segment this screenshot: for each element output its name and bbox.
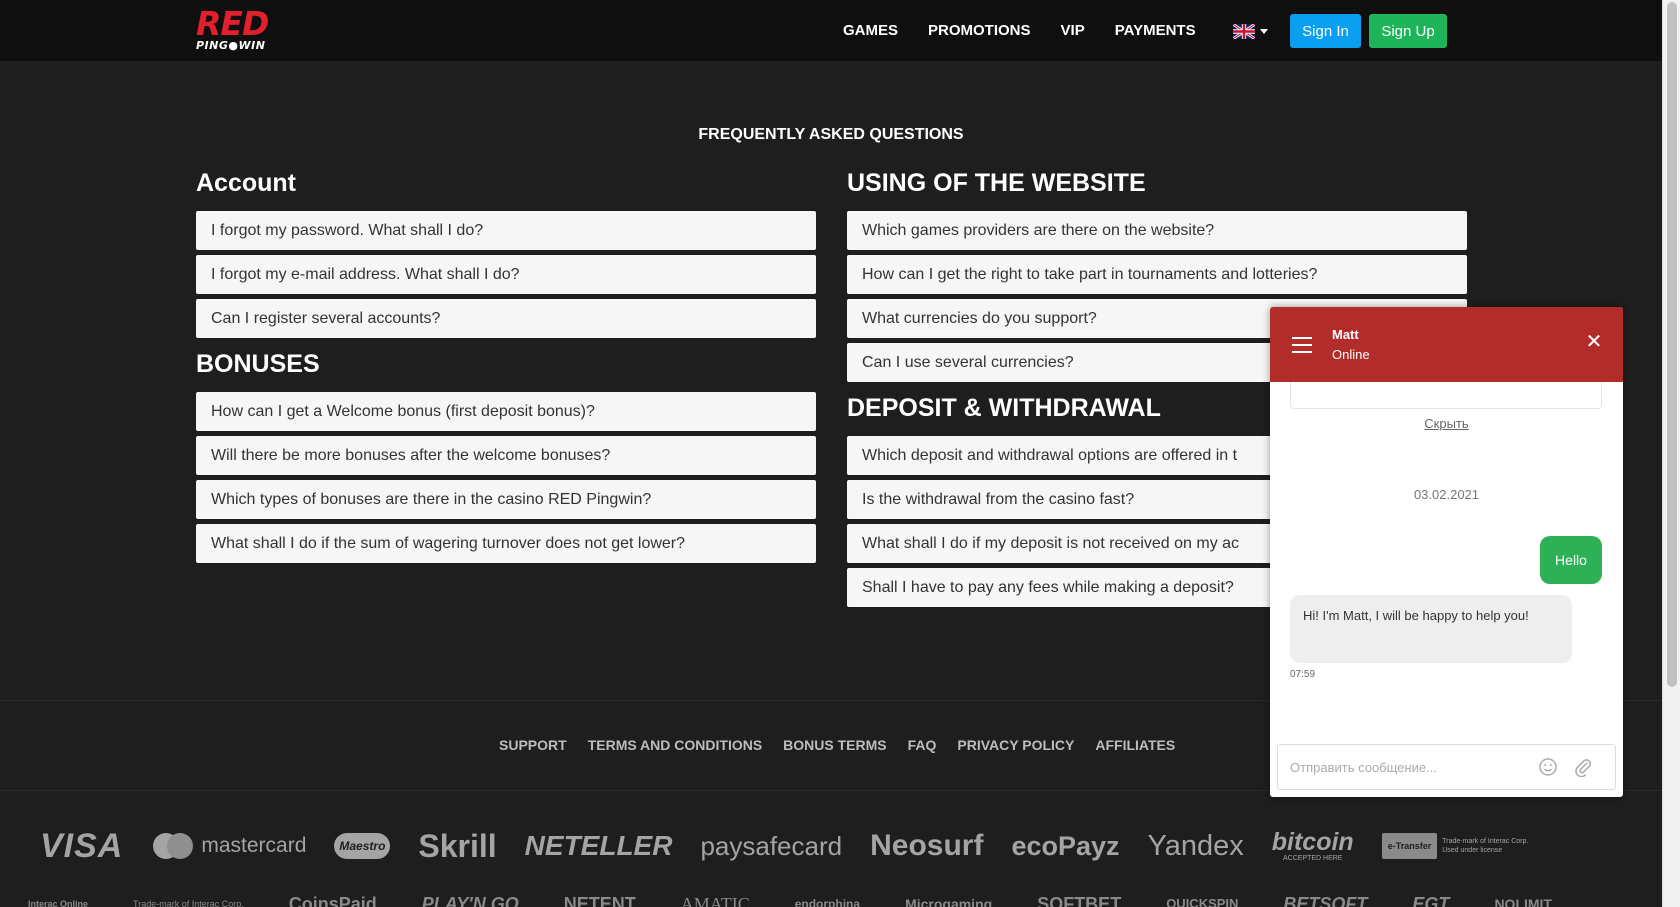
nav-vip[interactable]: VIP [1061, 22, 1085, 39]
nolimit-logo: NOLIMIT [1494, 896, 1552, 907]
faq-question[interactable]: What shall I do if the sum of wagering t… [196, 524, 816, 563]
faq-question[interactable]: Which games providers are there on the w… [847, 211, 1467, 250]
faq-question[interactable]: I forgot my password. What shall I do? [196, 211, 816, 250]
neteller-logo: NETELLER [524, 830, 673, 861]
faq-page-title: FREQUENTLY ASKED QUESTIONS [698, 126, 964, 143]
brand-logo[interactable]: RED PING●WIN [196, 4, 282, 54]
chat-input-box [1277, 744, 1616, 790]
emoji-icon[interactable] [1538, 757, 1558, 777]
nav-payments[interactable]: PAYMENTS [1115, 22, 1196, 39]
nav-promotions[interactable]: PROMOTIONS [928, 22, 1031, 39]
incoming-message: Hi! I'm Matt, I will be happy to help yo… [1290, 595, 1572, 663]
agent-status: Online [1332, 347, 1370, 362]
mastercard-label: mastercard [201, 834, 307, 857]
interac-online-logo: Interac Online [28, 899, 89, 907]
footer-link-privacy[interactable]: PRIVACY POLICY [957, 737, 1074, 753]
footer-links: SUPPORT TERMS AND CONDITIONS BONUS TERMS… [499, 737, 1196, 753]
skrill-logo: Skrill [418, 827, 497, 864]
nav-games[interactable]: GAMES [843, 22, 898, 39]
bitcoin-logo: bitcoin ACCEPTED HERE [1271, 827, 1354, 863]
maestro-logo: Maestro [334, 833, 391, 859]
interac-disclaimer-small: Trade-mark of Interac Corp. [133, 899, 244, 907]
menu-icon[interactable] [1292, 337, 1312, 353]
main-nav: GAMES PROMOTIONS VIP PAYMENTS [843, 22, 1226, 39]
sign-in-button[interactable]: Sign In [1290, 14, 1361, 48]
footer-link-support[interactable]: SUPPORT [499, 737, 567, 753]
footer-link-terms[interactable]: TERMS AND CONDITIONS [588, 737, 762, 753]
logo-wordmark: RED [196, 4, 269, 43]
ecopayz-logo: ecoPayz [1011, 830, 1120, 861]
interac-etransfer-logo: e-Transfer Trade-mark of Interac Corp. U… [1381, 833, 1535, 859]
footer-link-bonus-terms[interactable]: BONUS TERMS [783, 737, 886, 753]
etransfer-badge: e-Transfer [1381, 833, 1438, 859]
egt-logo: EGT [1412, 894, 1450, 907]
faq-question[interactable]: How can I get a Welcome bonus (first dep… [196, 392, 816, 431]
coinspaid-logo: CoinsPaid [288, 894, 377, 907]
agent-name: Matt [1332, 327, 1359, 342]
chat-date: 03.02.2021 [1413, 487, 1480, 502]
live-chat-widget: Скрыть 03.02.2021 Hello Hi! I'm Matt, I … [1270, 307, 1623, 797]
amatic-logo: AMATIC [680, 894, 750, 907]
softbet-logo: SOFTBET [1037, 894, 1122, 907]
playngo-logo: PLAY'N GO [421, 894, 519, 907]
bitcoin-tagline: ACCEPTED HERE [1282, 854, 1343, 862]
chevron-down-icon [1260, 28, 1268, 34]
faq-question[interactable]: Which types of bonuses are there in the … [196, 480, 816, 519]
message-input[interactable] [1290, 755, 1520, 779]
section-title-bonuses: BONUSES [196, 350, 320, 378]
scrollbar-thumb[interactable] [1667, 2, 1677, 687]
microgaming-logo: Microgaming [905, 896, 993, 907]
message-timestamp: 07:59 [1290, 669, 1316, 680]
sign-up-button[interactable]: Sign Up [1369, 14, 1447, 48]
betsoft-logo: BETSOFT [1283, 894, 1368, 907]
footer-link-affiliates[interactable]: AFFILIATES [1095, 737, 1175, 753]
page-scrollbar[interactable] [1662, 0, 1680, 907]
endorphina-logo: endorphina [794, 897, 861, 907]
faq-question[interactable]: How can I get the right to take part in … [847, 255, 1467, 294]
mastercard-logo: mastercard [151, 832, 306, 860]
faq-question[interactable]: I forgot my e-mail address. What shall I… [196, 255, 816, 294]
bitcoin-label: bitcoin [1271, 827, 1354, 856]
mastercard-icon [153, 833, 194, 859]
faq-left-column: Account I forgot my password. What shall… [196, 168, 816, 568]
section-title-website: USING OF THE WEBSITE [847, 169, 1146, 197]
quickspin-logo: QUICKSPIN [1166, 896, 1239, 907]
hide-link[interactable]: Скрыть [1270, 416, 1623, 431]
footer-link-faq[interactable]: FAQ [908, 737, 937, 753]
paysafecard-logo: paysafecard [700, 830, 843, 861]
section-title-account: Account [196, 169, 296, 197]
chat-header: Matt Online ✕ [1270, 307, 1623, 382]
paperclip-icon[interactable] [1573, 757, 1593, 777]
yandex-logo: Yandex [1147, 829, 1244, 862]
close-icon[interactable]: ✕ [1585, 332, 1603, 352]
faq-question[interactable]: Can I register several accounts? [196, 299, 816, 338]
site-header: RED PING●WIN GAMES PROMOTIONS VIP PAYMEN… [0, 0, 1662, 61]
neosurf-logo: Neosurf [870, 829, 984, 862]
faq-question[interactable]: Will there be more bonuses after the wel… [196, 436, 816, 475]
uk-flag-icon [1233, 23, 1255, 39]
language-selector[interactable] [1233, 22, 1273, 40]
outgoing-message: Hello [1540, 536, 1602, 584]
netent-logo: NETENT [563, 894, 636, 907]
logo-subwordmark: PING●WIN [196, 39, 266, 52]
provider-logos: Interac Online Trade-mark of Interac Cor… [28, 890, 1628, 907]
payment-logos: VISA mastercard Maestro Skrill NETELLER … [40, 826, 1630, 866]
interac-disclaimer: Trade-mark of Interac Corp. Used under l… [1442, 838, 1529, 854]
visa-logo: VISA [40, 826, 124, 865]
